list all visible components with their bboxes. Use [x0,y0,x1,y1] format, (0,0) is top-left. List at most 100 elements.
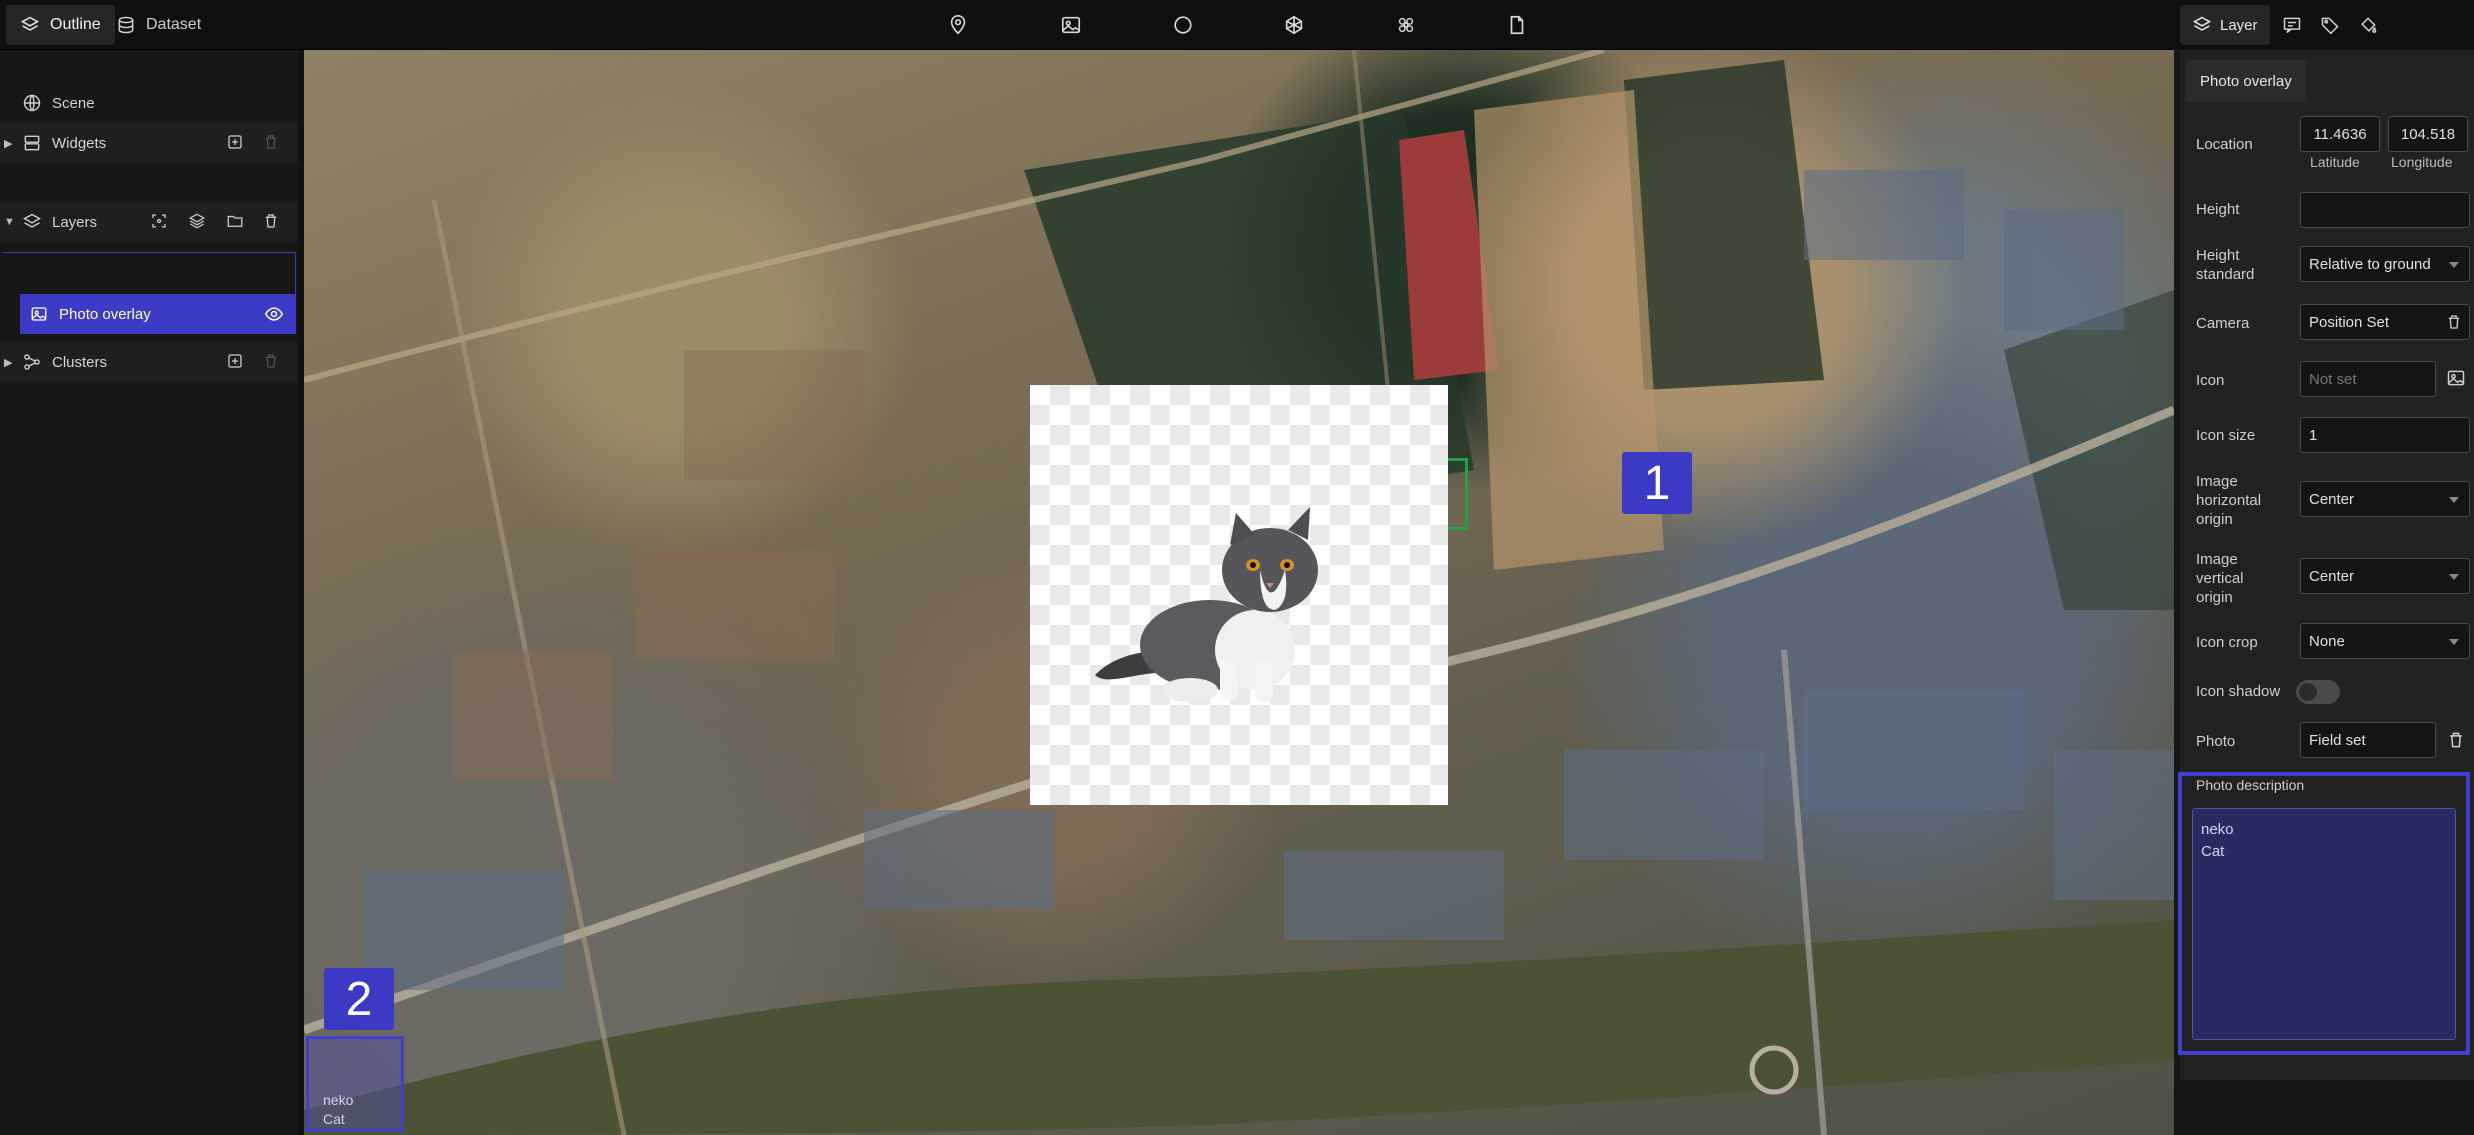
subtab-photo-overlay[interactable]: Photo overlay [2186,60,2306,102]
image-horizontal-origin-value: Center [2309,490,2355,508]
sphere-cluster-icon[interactable] [1393,12,1419,38]
tab-outline-label: Outline [50,16,101,33]
cluster-icon [24,354,40,370]
photo-overlay-preview[interactable] [1030,385,1448,805]
image-icon[interactable] [1058,12,1084,38]
sidebar-item-layers-label: Layers [52,213,98,231]
icon-size-field[interactable]: 1 [2300,417,2470,453]
cat-photo [1095,507,1318,702]
icon-shadow-label: Icon shadow [2196,683,2281,700]
height-label: Height [2196,201,2240,218]
layers-icon [2192,16,2212,31]
paint-bucket-icon[interactable] [2358,15,2378,35]
document-icon[interactable] [1504,12,1530,38]
add-cluster-icon[interactable] [226,352,246,372]
callout-badge-1: 1 [1622,452,1692,514]
icon-size-label: Icon size [2196,427,2256,444]
longitude-caption: Longitude [2391,154,2453,170]
height-standard-value: Relative to ground [2309,255,2431,273]
tab-layer[interactable]: Layer [2180,5,2270,45]
map-viewport[interactable]: 1 2 neko Cat [304,50,2174,1135]
sidebar-item-photo-overlay[interactable]: Photo overlay [20,294,296,334]
sidebar-item-widgets[interactable]: ▶ Widgets [0,123,298,163]
image-horizontal-origin-label: Image horizontal origin [2196,472,2261,529]
trash-icon [262,133,282,153]
image-icon [31,307,47,321]
layers-outline [2,252,296,294]
globe-icon [23,94,41,112]
image-vertical-origin-select[interactable]: Center [2300,558,2470,594]
image-horizontal-origin-label-line1: Image [2196,473,2238,490]
polygon-icon[interactable] [1281,12,1307,38]
comment-icon[interactable] [2282,15,2302,35]
layers-icon [23,213,41,228]
tab-layer-label: Layer [2220,16,2258,34]
image-vertical-origin-label-line1: Image [2196,551,2238,568]
height-field[interactable] [2300,192,2470,228]
image-horizontal-origin-label-line3: origin [2196,511,2233,528]
sidebar-item-layers[interactable]: ▼ Layers [0,202,298,242]
outline-sidebar: Scene ▶ Widgets ▼ Layers Photo overlay ▶ [0,50,298,1135]
marker-bracket [1448,458,1468,530]
icon-crop-select[interactable]: None [2300,623,2470,659]
icon-crop-value: None [2309,632,2345,650]
image-picker-icon[interactable] [2446,368,2468,390]
height-standard-label: Height standard [2196,246,2254,284]
longitude-field[interactable]: 104.518 [2388,116,2468,152]
trash-icon[interactable] [2445,313,2463,331]
sidebar-item-widgets-label: Widgets [52,134,107,152]
photo-label: Photo [2196,733,2236,750]
image-vertical-origin-label: Image vertical origin [2196,550,2244,607]
tab-dataset-label: Dataset [146,16,202,33]
trash-icon[interactable] [2446,730,2468,752]
sidebar-item-photo-overlay-label: Photo overlay [59,305,151,323]
callout-badge-2: 2 [324,968,394,1030]
layer-stack-icon[interactable] [188,212,208,232]
photo-description-textarea[interactable]: neko Cat [2192,808,2456,1040]
latitude-field[interactable]: 11.4636 [2300,116,2380,152]
icon-field[interactable]: Not set [2300,361,2436,397]
height-standard-label-line2: standard [2196,266,2255,283]
latitude-caption: Latitude [2310,154,2360,170]
camera-value: Position Set [2309,313,2390,331]
trash-icon [262,352,282,372]
layer-properties-body: Photo overlay Location 11.4636 104.518 L… [2178,50,2474,1080]
focus-icon[interactable] [150,212,170,232]
tab-outline[interactable]: Outline [6,5,115,45]
caret-right-icon[interactable]: ▶ [4,356,12,369]
database-icon [118,16,134,34]
height-standard-label-line1: Height [2196,247,2240,264]
widgets-icon [24,135,40,151]
height-standard-select[interactable]: Relative to ground [2300,246,2470,282]
image-vertical-origin-label-line3: origin [2196,589,2233,606]
image-horizontal-origin-select[interactable]: Center [2300,481,2470,517]
camera-label: Camera [2196,315,2250,332]
app-root: Outline Dataset Scene ▶ Widgets ▼ Layers… [0,0,2474,1135]
icon-crop-label: Icon crop [2196,634,2258,651]
add-folder-icon[interactable] [226,212,246,232]
popup-line-1: neko [323,1092,354,1108]
circle-icon[interactable] [1170,12,1196,38]
image-horizontal-origin-label-line2: horizontal [2196,492,2262,509]
sidebar-item-clusters[interactable]: ▶ Clusters [0,342,298,382]
icon-label: Icon [2196,372,2225,389]
popup-line-2: Cat [323,1111,345,1127]
icon-shadow-toggle[interactable] [2296,680,2340,704]
trash-icon[interactable] [262,212,282,232]
top-bar: Outline Dataset [0,0,2474,50]
eye-icon[interactable] [264,304,284,324]
add-widget-icon[interactable] [226,133,246,153]
tag-icon[interactable] [2320,15,2340,35]
image-vertical-origin-value: Center [2309,567,2355,585]
camera-field[interactable]: Position Set [2300,304,2470,340]
image-vertical-origin-label-line2: vertical [2196,570,2244,587]
caret-down-icon[interactable]: ▼ [4,216,15,228]
photo-description-popup[interactable]: neko Cat [306,1036,404,1132]
sidebar-item-scene[interactable]: Scene [0,83,298,123]
layer-properties-panel: Layer Photo overlay Location 11.4636 104… [2174,0,2474,1135]
sidebar-item-scene-label: Scene [52,94,95,112]
photo-field[interactable]: Field set [2300,722,2436,758]
tab-dataset[interactable]: Dataset [102,5,215,45]
caret-right-icon[interactable]: ▶ [4,137,12,150]
map-pin-icon[interactable] [945,12,971,38]
